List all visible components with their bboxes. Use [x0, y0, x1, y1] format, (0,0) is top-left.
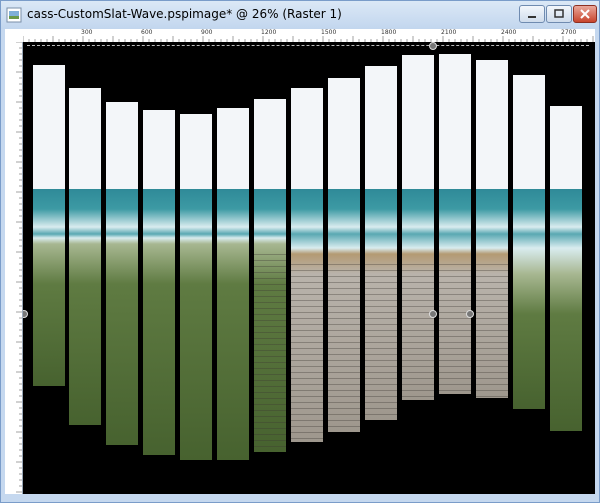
boardwalk-planks [291, 264, 323, 442]
image-slat [291, 88, 323, 442]
image-canvas[interactable] [23, 42, 595, 494]
ruler-tick-label: 900 [201, 29, 213, 36]
selection-marquee [27, 45, 589, 47]
vertical-ruler[interactable] [5, 42, 23, 494]
transform-handle[interactable] [23, 310, 28, 318]
image-slat [513, 75, 545, 409]
ruler-tick-label: 2100 [441, 29, 457, 36]
image-slat [33, 65, 65, 386]
horizontal-ruler[interactable]: 300 600 900 1200 1500 1800 2100 2400 2700 [23, 29, 595, 43]
boardwalk-planks [476, 264, 508, 398]
ruler-tick-label: 1200 [261, 29, 277, 36]
pspimage-icon [6, 7, 22, 23]
image-slat [217, 108, 249, 460]
transform-handle[interactable] [466, 310, 474, 318]
title-bar[interactable]: cass-CustomSlat-Wave.pspimage* @ 26% (Ra… [1, 1, 599, 29]
minimize-button[interactable] [519, 5, 545, 23]
ruler-tick-label: 2700 [561, 29, 577, 36]
window-title: cass-CustomSlat-Wave.pspimage* @ 26% (Ra… [27, 7, 342, 21]
transform-handle[interactable] [429, 310, 437, 318]
ruler-tick-label: 300 [81, 29, 93, 36]
ruler-tick-label: 1800 [381, 29, 397, 36]
boardwalk-planks [328, 264, 360, 432]
transform-handle[interactable] [429, 42, 437, 50]
image-slat [439, 54, 471, 394]
boardwalk-planks [365, 264, 397, 420]
restore-icon [554, 9, 564, 18]
ruler-tick-label: 600 [141, 29, 153, 36]
image-slat [365, 66, 397, 420]
close-icon [580, 9, 590, 19]
image-slat [550, 106, 582, 431]
image-slat [328, 78, 360, 432]
boardwalk-planks [254, 254, 286, 452]
image-slat [476, 60, 508, 398]
image-slat [143, 110, 175, 455]
boardwalk-planks [439, 264, 471, 394]
image-slat [254, 99, 286, 452]
minimize-icon [528, 16, 536, 18]
image-slat [402, 55, 434, 400]
ruler-tick-label: 1500 [321, 29, 337, 36]
maximize-button[interactable] [546, 5, 572, 23]
image-slat [106, 102, 138, 445]
ruler-corner [5, 29, 23, 43]
boardwalk-planks [402, 264, 434, 400]
close-button[interactable] [573, 5, 597, 23]
ruler-tick-label: 2400 [501, 29, 517, 36]
document-window: cass-CustomSlat-Wave.pspimage* @ 26% (Ra… [0, 0, 600, 503]
image-slat [180, 114, 212, 460]
image-slat [69, 88, 101, 425]
